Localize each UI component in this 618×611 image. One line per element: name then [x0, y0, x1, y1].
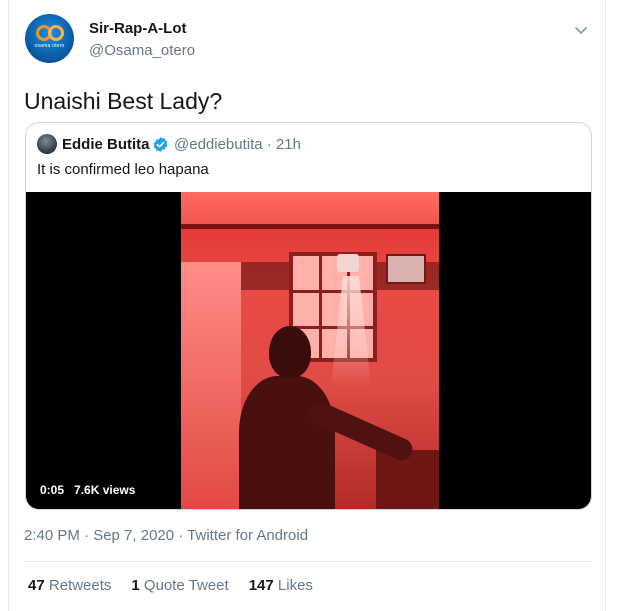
likes-count: 147	[248, 577, 274, 594]
retweets-stat[interactable]: 47 Retweets	[28, 577, 111, 594]
video-overlay: 0:05 7.6K views	[40, 483, 135, 497]
tweet-text: Unaishi Best Lady?	[24, 88, 223, 114]
likes-stat[interactable]: 147 Likes	[249, 577, 313, 594]
engagement-stats: 47 Retweets 1 Quote Tweet 147 Likes	[28, 577, 333, 594]
quoted-author-meta[interactable]: @eddiebutita · 21h	[174, 136, 301, 153]
chevron-down-icon[interactable]	[573, 22, 589, 38]
video-views: 7.6K views	[74, 483, 136, 497]
quoted-author-avatar[interactable]	[37, 134, 57, 154]
avatar-logo	[35, 25, 64, 41]
avatar-logo-text: osama otero	[34, 43, 65, 49]
quotes-count: 1	[131, 577, 140, 594]
verified-badge-icon	[153, 137, 168, 152]
quote-tweets-stat[interactable]: 1 Quote Tweet	[131, 577, 228, 594]
retweets-label: Retweets	[48, 577, 112, 594]
video-player[interactable]: 0:05 7.6K views	[26, 192, 591, 509]
video-frame	[181, 192, 439, 509]
author-avatar[interactable]: osama otero	[25, 14, 74, 63]
tweet-timestamp[interactable]: 2:40 PM · Sep 7, 2020 · Twitter for Andr…	[24, 527, 308, 544]
quoted-tweet-text: It is confirmed leo hapana	[37, 161, 209, 178]
author-display-name[interactable]: Sir-Rap-A-Lot	[89, 20, 187, 37]
video-time: 0:05	[40, 483, 65, 497]
retweets-count: 47	[28, 577, 45, 594]
author-handle[interactable]: @Osama_otero	[89, 42, 195, 59]
quoted-author-name[interactable]: Eddie Butita	[62, 136, 150, 153]
quoted-tweet[interactable]: Eddie Butita @eddiebutita · 21h It is co…	[25, 122, 592, 510]
quotes-label: Quote Tweet	[143, 577, 229, 594]
tweet-card: osama otero Sir-Rap-A-Lot @Osama_otero U…	[8, 0, 606, 611]
likes-label: Likes	[277, 577, 313, 594]
divider	[24, 561, 592, 562]
